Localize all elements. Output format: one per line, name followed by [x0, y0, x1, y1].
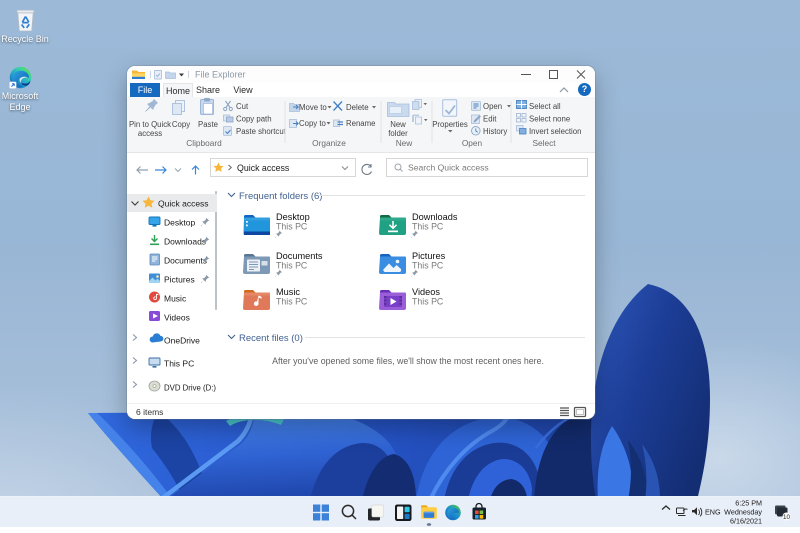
svg-text:folder: folder [388, 129, 408, 138]
svg-text:This PC: This PC [412, 297, 444, 307]
svg-text:Move to: Move to [299, 103, 327, 112]
svg-text:Desktop: Desktop [164, 218, 195, 228]
svg-text:Copy path: Copy path [236, 115, 272, 124]
svg-text:Select none: Select none [529, 115, 570, 124]
svg-text:Pictures: Pictures [164, 275, 195, 285]
svg-text:Pin to Quick: Pin to Quick [129, 120, 171, 129]
svg-text:Select: Select [532, 138, 556, 148]
svg-text:Documents: Documents [276, 251, 323, 261]
svg-text:This PC: This PC [276, 261, 308, 271]
svg-text:This PC: This PC [276, 297, 308, 307]
svg-text:Videos: Videos [412, 287, 440, 297]
svg-text:Edit: Edit [483, 115, 497, 124]
svg-text:Cut: Cut [236, 102, 249, 111]
svg-text:access: access [138, 129, 162, 138]
svg-text:This PC: This PC [412, 222, 444, 232]
svg-text:Paste: Paste [198, 120, 218, 129]
svg-text:Desktop: Desktop [276, 212, 310, 222]
svg-text:Frequent folders (6): Frequent folders (6) [239, 191, 322, 202]
svg-text:This PC: This PC [164, 359, 194, 369]
svg-text:DVD Drive (D:) CC: DVD Drive (D:) CC [164, 384, 216, 393]
svg-text:Wednesday: Wednesday [724, 508, 762, 517]
svg-text:This PC: This PC [276, 222, 308, 232]
svg-text:Open: Open [462, 138, 483, 148]
svg-text:New: New [396, 138, 414, 148]
svg-text:Downloads: Downloads [164, 237, 206, 247]
svg-text:Quick access: Quick access [158, 199, 209, 209]
svg-text:10: 10 [783, 514, 790, 521]
svg-text:Invert selection: Invert selection [529, 127, 581, 136]
svg-text:Properties: Properties [432, 120, 468, 129]
svg-text:After you've opened some files: After you've opened some files, we'll sh… [272, 356, 544, 366]
svg-text:6/16/2021: 6/16/2021 [730, 517, 762, 526]
svg-text:Copy to: Copy to [299, 119, 327, 128]
svg-text:Open: Open [483, 102, 502, 111]
svg-text:Videos: Videos [164, 313, 190, 323]
svg-text:New: New [390, 120, 406, 129]
svg-text:Organize: Organize [312, 138, 346, 148]
svg-text:Pictures: Pictures [412, 251, 446, 261]
svg-text:Rename: Rename [346, 119, 375, 128]
svg-text:Search Quick access: Search Quick access [408, 163, 489, 173]
svg-text:OneDrive: OneDrive [164, 336, 200, 346]
svg-text:ENG: ENG [705, 508, 721, 517]
svg-text:Copy: Copy [172, 120, 190, 129]
svg-text:History: History [483, 127, 507, 136]
svg-text:File Explorer: File Explorer [195, 70, 246, 80]
svg-text:Music: Music [164, 294, 187, 304]
svg-text:Music: Music [276, 287, 300, 297]
svg-text:6:25 PM: 6:25 PM [735, 499, 762, 508]
svg-text:Paste shortcut: Paste shortcut [236, 127, 287, 136]
svg-text:Recent files (0): Recent files (0) [239, 333, 303, 344]
svg-text:Clipboard: Clipboard [186, 138, 222, 148]
svg-text:Quick access: Quick access [237, 163, 290, 173]
svg-text:Documents: Documents [164, 256, 207, 266]
svg-text:This PC: This PC [412, 261, 444, 271]
svg-text:Downloads: Downloads [412, 212, 458, 222]
svg-text:Delete: Delete [346, 103, 369, 112]
svg-text:Select all: Select all [529, 102, 561, 111]
